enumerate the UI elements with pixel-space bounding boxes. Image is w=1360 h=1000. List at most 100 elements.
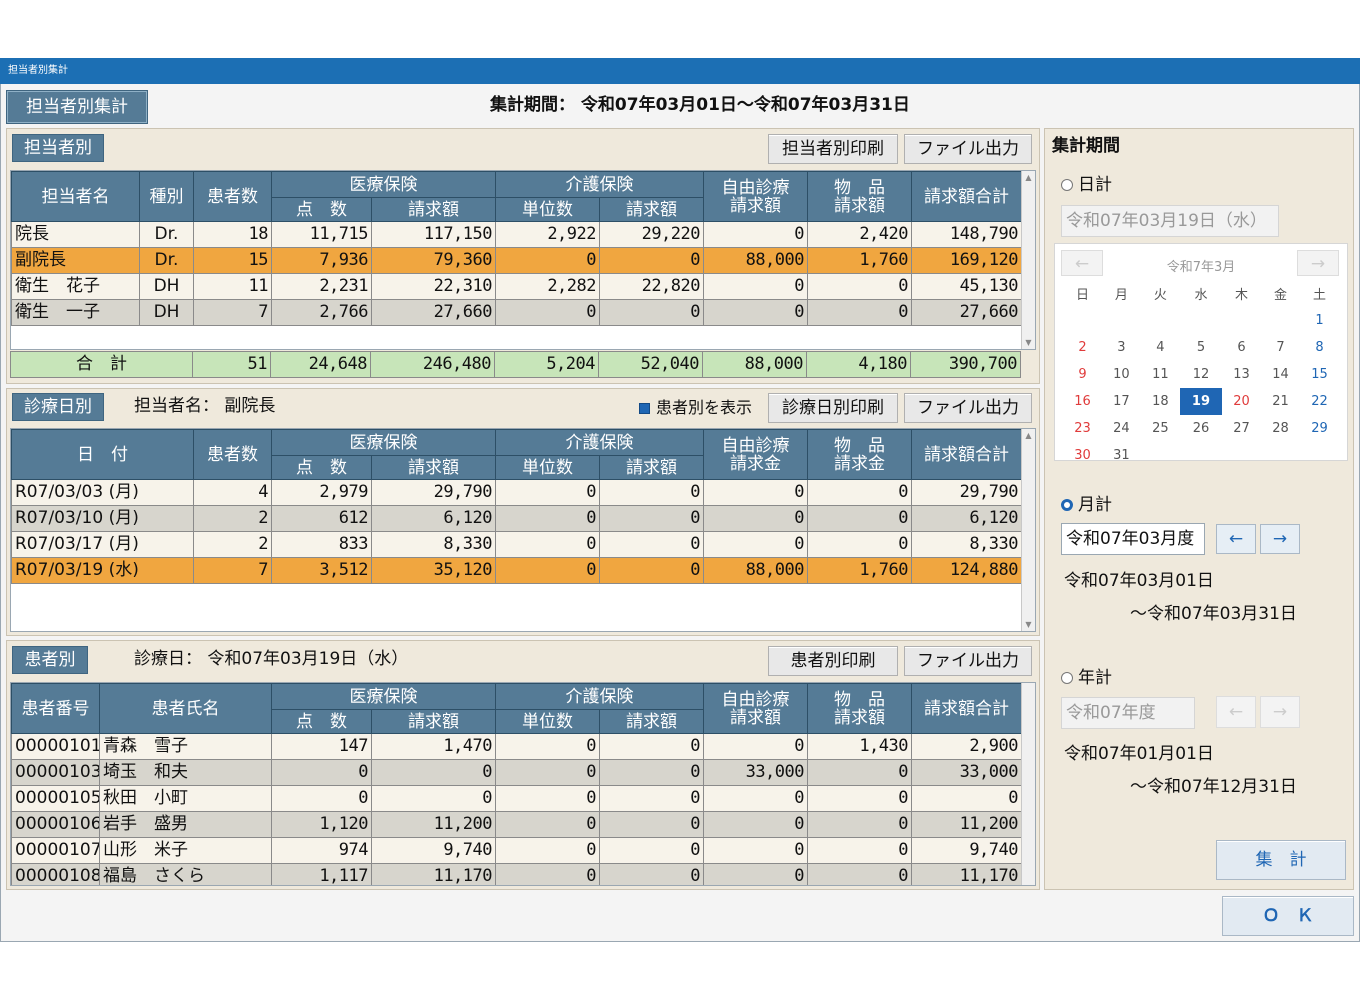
cell-units: 0 bbox=[495, 505, 600, 532]
table-row[interactable]: 00000107 山形 米子 974 9,740 0 0 0 0 9,740 bbox=[11, 837, 1022, 864]
cell-patients: 2 bbox=[193, 531, 272, 558]
period-label: 集計期間： bbox=[490, 95, 575, 115]
cell-units: 0 bbox=[495, 557, 600, 584]
ok-button[interactable]: Ｏ Ｋ bbox=[1222, 896, 1354, 936]
table-row[interactable]: 00000106 岩手 盛男 1,120 11,200 0 0 0 0 11,200 bbox=[11, 811, 1022, 838]
yearly-prev-button[interactable]: ← bbox=[1216, 696, 1256, 728]
daily-radio-label[interactable]: 日計 bbox=[1078, 173, 1112, 197]
calendar-day[interactable]: 23 bbox=[1063, 415, 1102, 442]
calendar-day[interactable]: 24 bbox=[1102, 415, 1141, 442]
calendar-day[interactable]: 27 bbox=[1222, 415, 1261, 442]
table-row[interactable]: 副院長 Dr. 15 7,936 79,360 0 0 88,000 1,760 169,120 bbox=[11, 247, 1022, 274]
scroll-down-icon[interactable]: ▼ bbox=[1022, 620, 1035, 629]
staff-scrollbar[interactable]: ▲ ▼ bbox=[1021, 171, 1035, 349]
calendar-weekday: 木 bbox=[1235, 288, 1249, 303]
calendar-next-button[interactable]: → bbox=[1297, 250, 1339, 276]
cell-units: 0 bbox=[495, 837, 600, 864]
calendar-day[interactable]: 13 bbox=[1222, 361, 1261, 388]
monthly-next-button[interactable]: → bbox=[1260, 524, 1300, 554]
yearly-field[interactable]: 令和07年度 bbox=[1061, 697, 1195, 729]
monthly-radio-label[interactable]: 月計 bbox=[1078, 493, 1112, 517]
table-row[interactable]: 院長 Dr. 18 11,715 117,150 2,922 29,220 0 2,420 148… bbox=[11, 221, 1022, 248]
staff-file-button[interactable]: ファイル出力 bbox=[904, 134, 1032, 164]
col-units: 単位数 bbox=[495, 709, 600, 734]
table-row[interactable]: 00000103 埼玉 和夫 0 0 0 0 33,000 0 33,000 bbox=[11, 759, 1022, 786]
patients-scrollbar[interactable] bbox=[1021, 683, 1035, 885]
calendar-day[interactable]: 11 bbox=[1141, 361, 1180, 388]
calendar-day[interactable]: 29 bbox=[1300, 415, 1339, 442]
cell-claim: 8,330 bbox=[371, 531, 496, 558]
cell-points: 974 bbox=[271, 837, 372, 864]
calendar-day[interactable]: 25 bbox=[1141, 415, 1180, 442]
staff-print-button[interactable]: 担当者別印刷 bbox=[768, 134, 898, 164]
patients-print-button[interactable]: 患者別印刷 bbox=[768, 646, 898, 676]
calendar-day[interactable]: 20 bbox=[1222, 388, 1261, 415]
daily-date-field[interactable]: 令和07年03月19日（水） bbox=[1061, 205, 1279, 237]
calendar-day[interactable]: 3 bbox=[1102, 334, 1141, 361]
calendar-day[interactable]: 30 bbox=[1063, 442, 1102, 469]
table-row[interactable]: 衛生 一子 DH 7 2,766 27,660 0 0 0 0 27,660 bbox=[11, 299, 1022, 326]
calendar-day[interactable]: 14 bbox=[1261, 361, 1300, 388]
calendar-day[interactable]: 1 bbox=[1300, 307, 1339, 334]
col-goods: 物 品 請求額 bbox=[807, 683, 912, 734]
calendar-day[interactable]: 4 bbox=[1141, 334, 1180, 361]
calendar-prev-button[interactable]: ← bbox=[1061, 250, 1103, 276]
cell-free: 0 bbox=[703, 221, 808, 248]
yearly-radio[interactable] bbox=[1061, 672, 1073, 684]
calendar-day[interactable]: 26 bbox=[1180, 415, 1222, 442]
calendar-day[interactable]: 18 bbox=[1141, 388, 1180, 415]
calendar-day[interactable]: 10 bbox=[1102, 361, 1141, 388]
monthly-prev-button[interactable]: ← bbox=[1216, 524, 1256, 554]
calendar-day[interactable]: 9 bbox=[1063, 361, 1102, 388]
aggregate-button[interactable]: 集 計 bbox=[1216, 840, 1346, 880]
show-patients-label[interactable]: 患者別を表示 bbox=[656, 397, 752, 419]
calendar-day[interactable]: 31 bbox=[1102, 442, 1141, 469]
table-row[interactable]: R07/03/19 (水) 7 3,512 35,120 0 0 88,000 1,760 12… bbox=[11, 557, 1022, 584]
col-patients: 患者数 bbox=[193, 171, 272, 222]
calendar-weekday: 日 bbox=[1075, 288, 1089, 303]
scroll-up-icon[interactable]: ▲ bbox=[1022, 173, 1035, 182]
monthly-radio[interactable] bbox=[1061, 499, 1073, 511]
daily-scrollbar[interactable]: ▲ ▼ bbox=[1021, 429, 1035, 631]
col-medical: 医療保険 bbox=[271, 429, 496, 456]
cell-claim: 35,120 bbox=[371, 557, 496, 584]
calendar-day[interactable]: 22 bbox=[1300, 388, 1339, 415]
scroll-down-icon[interactable]: ▼ bbox=[1022, 338, 1035, 347]
yearly-next-button[interactable]: → bbox=[1260, 696, 1300, 728]
cell-points: 833 bbox=[271, 531, 372, 558]
table-row[interactable]: R07/03/17 (月) 2 833 8,330 0 0 0 0 8,330 bbox=[11, 531, 1022, 558]
calendar-day[interactable]: 21 bbox=[1261, 388, 1300, 415]
table-row[interactable]: 00000101 青森 雪子 147 1,470 0 0 0 1,430 2,900 bbox=[11, 733, 1022, 760]
table-row[interactable]: 00000108 福島 さくら 1,117 11,170 0 0 0 0 11,170 bbox=[11, 863, 1022, 885]
yearly-radio-label[interactable]: 年計 bbox=[1078, 666, 1112, 690]
calendar-day[interactable]: 15 bbox=[1300, 361, 1339, 388]
col-units: 単位数 bbox=[495, 455, 600, 480]
calendar-day[interactable]: 5 bbox=[1180, 334, 1222, 361]
show-patients-checkbox[interactable] bbox=[639, 403, 650, 414]
calendar-day[interactable]: 12 bbox=[1180, 361, 1222, 388]
monthly-field[interactable]: 令和07年03月度 bbox=[1061, 523, 1205, 555]
period-value: 令和07年03月01日～令和07年03月31日 bbox=[580, 95, 910, 115]
table-row[interactable]: 00000105 秋田 小町 0 0 0 0 0 0 0 bbox=[11, 785, 1022, 812]
table-row[interactable]: R07/03/10 (月) 2 612 6,120 0 0 0 0 6,120 bbox=[11, 505, 1022, 532]
calendar-day[interactable]: 2 bbox=[1063, 334, 1102, 361]
calendar-day[interactable]: 16 bbox=[1063, 388, 1102, 415]
table-row[interactable]: 衛生 花子 DH 11 2,231 22,310 2,282 22,820 0 0 45,130 bbox=[11, 273, 1022, 300]
calendar-day[interactable]: 6 bbox=[1222, 334, 1261, 361]
daily-file-button[interactable]: ファイル出力 bbox=[904, 393, 1032, 423]
cell-patients: 18 bbox=[193, 221, 272, 248]
calendar-weekday: 金 bbox=[1273, 288, 1287, 303]
scroll-up-icon[interactable]: ▲ bbox=[1022, 431, 1035, 440]
patients-file-button[interactable]: ファイル出力 bbox=[904, 646, 1032, 676]
calendar-day[interactable]: 17 bbox=[1102, 388, 1141, 415]
daily-print-button[interactable]: 診療日別印刷 bbox=[768, 393, 898, 423]
calendar-day[interactable]: 8 bbox=[1300, 334, 1339, 361]
col-date: 日 付 bbox=[11, 429, 194, 480]
calendar-day[interactable]: 28 bbox=[1261, 415, 1300, 442]
cell-goods: 0 bbox=[807, 837, 912, 864]
daily-radio[interactable] bbox=[1061, 179, 1073, 191]
calendar-day[interactable]: 19 bbox=[1179, 388, 1223, 415]
cell-name: 青森 雪子 bbox=[99, 733, 272, 760]
calendar-day[interactable]: 7 bbox=[1261, 334, 1300, 361]
table-row[interactable]: R07/03/03 (月) 4 2,979 29,790 0 0 0 0 29,790 bbox=[11, 479, 1022, 506]
